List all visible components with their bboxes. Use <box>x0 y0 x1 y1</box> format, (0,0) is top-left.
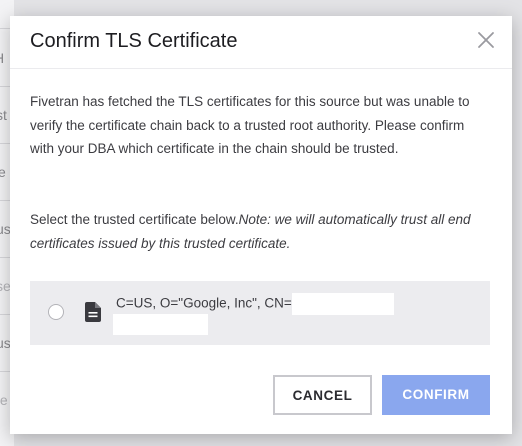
background-text: H <box>0 50 4 66</box>
redacted-block <box>113 314 208 335</box>
confirm-button[interactable]: CONFIRM <box>382 375 490 415</box>
background-text: st <box>0 107 7 123</box>
instruction-text: Select the trusted certificate below. <box>30 212 239 227</box>
background-text: e <box>0 164 6 180</box>
certificate-radio[interactable] <box>48 304 64 320</box>
redacted-block <box>291 293 394 315</box>
cancel-button[interactable]: CANCEL <box>273 375 372 415</box>
confirm-tls-dialog: Confirm TLS Certificate Fivetran has fet… <box>10 16 512 434</box>
certificate-subject: C=US, O="Google, Inc", CN= <box>116 293 394 315</box>
close-icon <box>478 32 494 48</box>
certificate-label: C=US, O="Google, Inc", CN= <box>116 295 292 311</box>
close-button[interactable] <box>476 30 496 50</box>
certificate-option[interactable]: C=US, O="Google, Inc", CN= <box>30 281 490 345</box>
dialog-title: Confirm TLS Certificate <box>30 30 238 52</box>
dialog-description: Fivetran has fetched the TLS certificate… <box>30 94 470 156</box>
background-text: te <box>0 392 8 408</box>
dialog-instruction: Select the trusted certificate below.Not… <box>30 208 490 255</box>
document-icon <box>85 302 101 322</box>
dialog-header: Confirm TLS Certificate <box>10 16 512 69</box>
